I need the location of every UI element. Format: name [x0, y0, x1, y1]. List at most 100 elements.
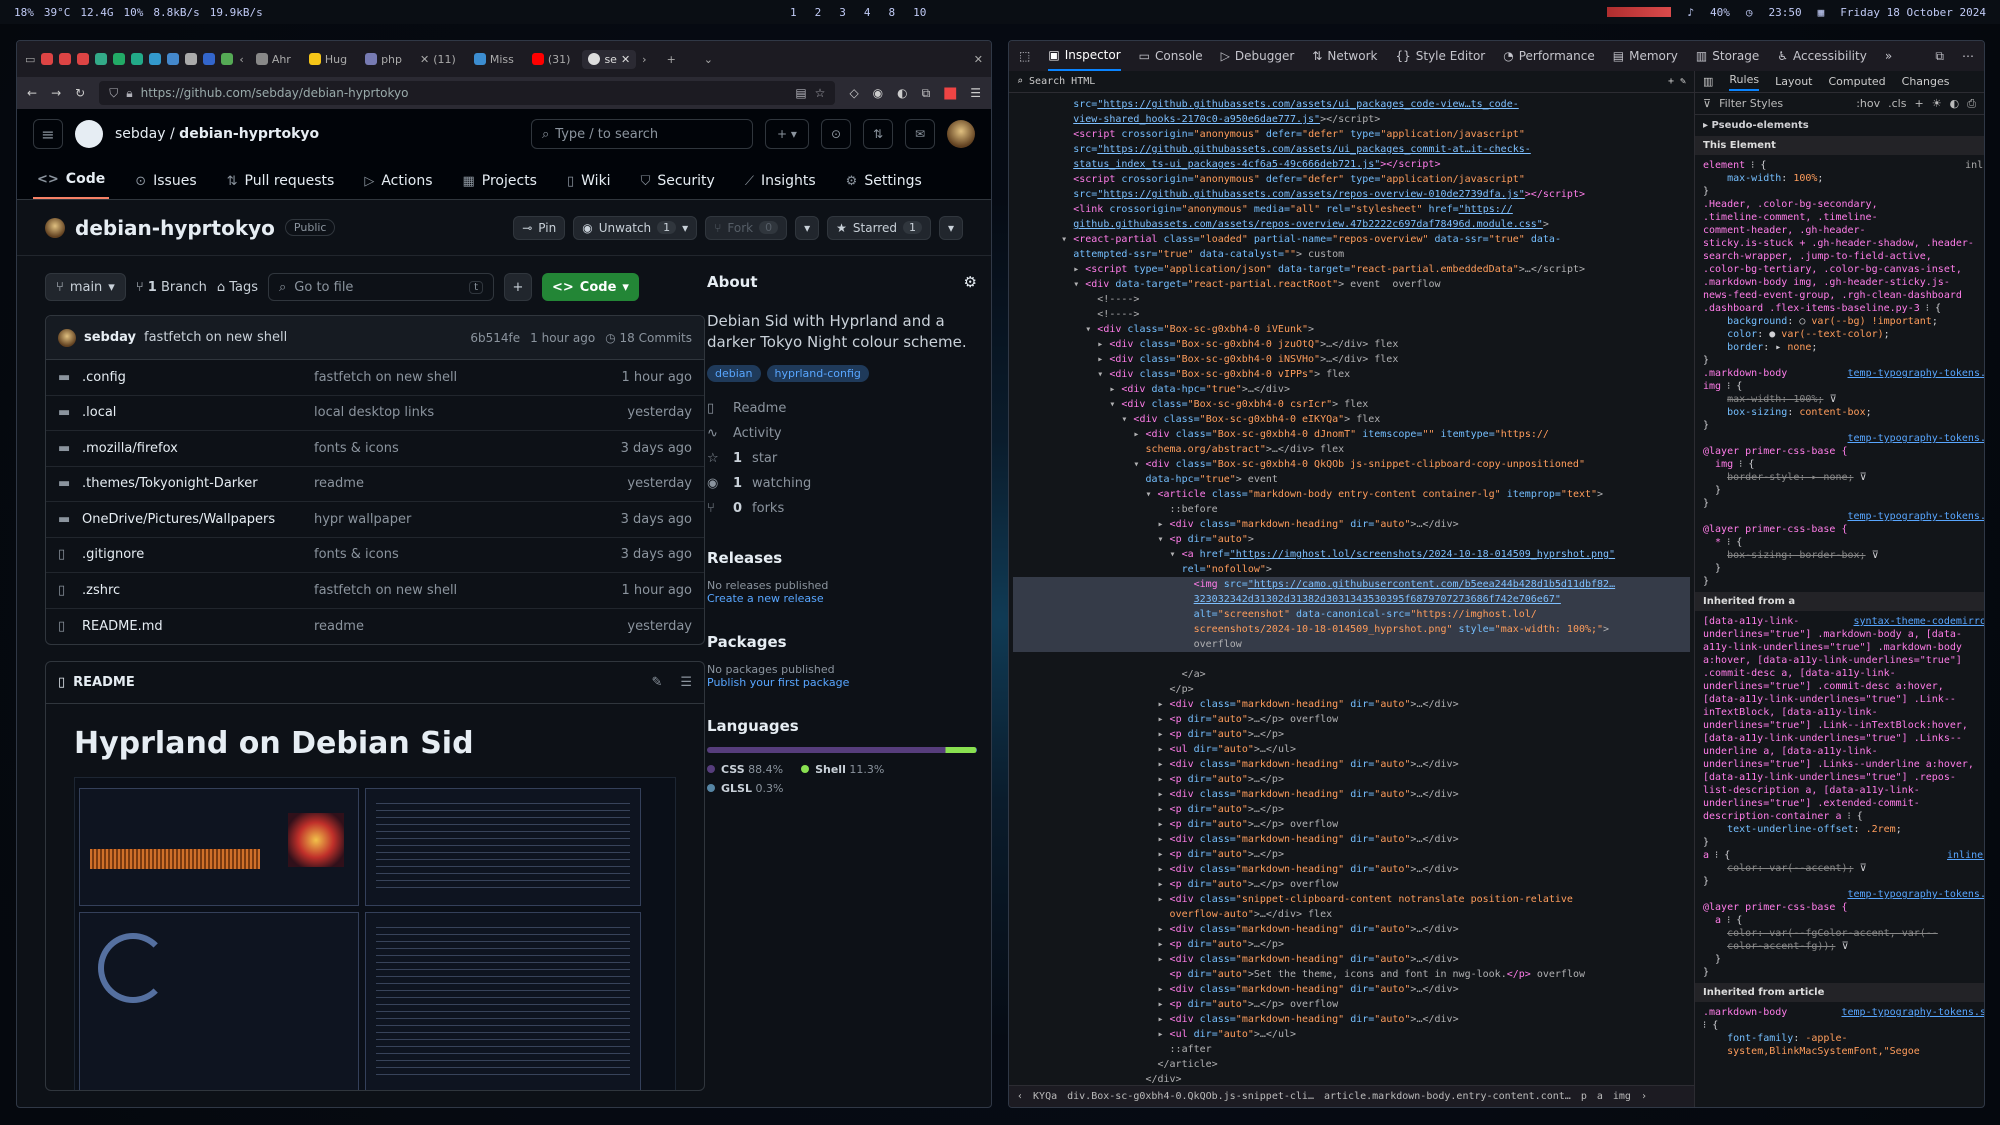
fork-dropdown[interactable]: ▾ [795, 215, 820, 240]
gmail-favicon[interactable] [41, 53, 54, 65]
watching-link[interactable]: ◉ 1 watching [707, 471, 977, 496]
whatsapp-favicon[interactable] [113, 53, 126, 65]
file-commit-message[interactable]: readme [314, 619, 582, 634]
breadcrumb-item[interactable]: article.markdown-body.entry-content.cont… [1324, 1091, 1571, 1102]
tab-actions[interactable]: ▷ Actions [360, 173, 436, 199]
pull-requests-icon[interactable]: ⇅ [863, 119, 893, 149]
releases-heading[interactable]: Releases [707, 549, 977, 567]
tags-link[interactable]: ⌂ Tags [217, 280, 258, 295]
tab-github[interactable]: se ✕ [582, 49, 637, 69]
volume-icon[interactable]: ♪ [1687, 6, 1694, 19]
topic-tag[interactable]: hyprland-config [766, 365, 869, 382]
file-row[interactable]: ▬ .config fastfetch on new shell 1 hour ago [46, 360, 704, 396]
workspace-1[interactable]: 1 [790, 6, 797, 19]
more-tabs-icon[interactable]: » [1885, 49, 1892, 63]
bookmark-star-icon[interactable]: ☆ [815, 86, 826, 100]
file-row[interactable]: ▬ .themes/Tokyonight-Darker readme yesterda… [46, 467, 704, 502]
cls-toggle[interactable]: .cls [1888, 97, 1906, 110]
fork-button[interactable]: ⑂ Fork 0 [705, 215, 788, 240]
forward-icon[interactable]: → [51, 86, 61, 100]
commit-hash[interactable]: 6b514fe [470, 331, 520, 345]
readme-link[interactable]: ▯ Readme [707, 396, 977, 421]
file-name[interactable]: .themes/Tokyonight-Darker [82, 476, 314, 491]
pinned-tab-favicon[interactable] [203, 53, 216, 65]
breadcrumb-item[interactable]: img [1613, 1091, 1631, 1102]
pinned-tab-favicon[interactable] [221, 53, 234, 65]
file-row[interactable]: ▯ .zshrc fastfetch on new shell 1 hour ago [46, 573, 704, 609]
file-row[interactable]: ▯ .gitignore fonts & icons 3 days ago [46, 538, 704, 573]
tab-performance[interactable]: ◔ Performance [1503, 49, 1595, 63]
tab-php[interactable]: php [359, 50, 408, 69]
html-tree[interactable]: src="https://github.githubassets.com/ass… [1009, 93, 1694, 1093]
publish-package-link[interactable]: Publish your first package [707, 676, 977, 689]
toggle-pane-icon[interactable]: ▥ [1703, 75, 1713, 88]
file-name[interactable]: .gitignore [82, 547, 314, 562]
file-commit-message[interactable]: fastfetch on new shell [314, 370, 582, 385]
print-icon[interactable]: ⎙ [1967, 97, 1976, 111]
tab-inspector[interactable]: ▣ Inspector [1048, 41, 1121, 71]
language-item[interactable]: CSS 88.4% [707, 763, 783, 776]
pseudo-elements-toggle[interactable]: ▸ Pseudo-elements [1703, 120, 1809, 131]
extension-icon[interactable]: ◐ [897, 86, 907, 100]
extensions-puzzle-icon[interactable]: ⧉ [922, 86, 931, 101]
close-window-icon[interactable]: ✕ [974, 53, 983, 66]
scroll-left-icon[interactable]: ‹ [239, 53, 243, 66]
shield-icon[interactable]: ⛉ [109, 86, 118, 101]
create-new-button[interactable]: + ▾ [765, 119, 809, 149]
go-to-file-input[interactable]: ⌕ Go to file t [268, 273, 494, 301]
create-release-link[interactable]: Create a new release [707, 592, 977, 605]
tab-x[interactable]: ✕ (11) [414, 50, 462, 69]
tab-security[interactable]: ⛉ Security [637, 173, 719, 199]
inbox-icon[interactable]: ✉ [905, 119, 935, 149]
commit-author[interactable]: sebday [84, 330, 136, 345]
tab-pull-requests[interactable]: ⇅ Pull requests [223, 173, 339, 199]
file-name[interactable]: .config [82, 370, 314, 385]
options-menu-icon[interactable]: ⋯ [1962, 49, 1974, 63]
add-rule-icon[interactable]: + [1914, 97, 1923, 110]
tab-layout[interactable]: Layout [1775, 75, 1812, 88]
tab-list-icon[interactable]: ⌄ [704, 53, 713, 66]
file-commit-message[interactable]: fonts & icons [314, 441, 582, 456]
tab-accessibility[interactable]: ♿︎ Accessibility [1777, 49, 1867, 63]
add-file-button[interactable]: + [504, 273, 532, 301]
file-commit-message[interactable]: local desktop links [314, 405, 582, 420]
search-html-input[interactable]: ⌕ Search HTML + ✎ [1009, 71, 1694, 93]
lock-icon[interactable]: 🔒︎ [126, 86, 132, 101]
packages-heading[interactable]: Packages [707, 633, 977, 651]
scroll-right-icon[interactable]: › [642, 53, 646, 66]
file-row[interactable]: ▬ .local local desktop links yesterday [46, 396, 704, 431]
tab-ahr[interactable]: Ahr [250, 50, 297, 69]
pinned-tab-favicon[interactable] [95, 53, 108, 65]
unwatch-button[interactable]: ◉ Unwatch 1 ▾ [573, 215, 698, 240]
extension-icon[interactable]: ◉ [873, 86, 883, 100]
close-tab-icon[interactable]: ✕ [621, 53, 630, 66]
file-commit-message[interactable]: fastfetch on new shell [314, 583, 582, 598]
repo-link[interactable]: debian-hyprtokyo [179, 126, 319, 142]
tab-issues[interactable]: ⊙ Issues [131, 173, 200, 199]
file-name[interactable]: OneDrive/Pictures/Wallpapers [82, 512, 314, 527]
hov-toggle[interactable]: :hov [1856, 97, 1880, 110]
tab-console[interactable]: ▭ Console [1139, 49, 1203, 63]
stars-link[interactable]: ☆ 1 star [707, 446, 977, 471]
avatar[interactable] [58, 328, 76, 347]
hamburger-icon[interactable]: ≡ [33, 119, 63, 149]
pick-element-icon[interactable]: ⬚ [1019, 49, 1030, 63]
url-bar[interactable]: ⛉ 🔒︎ https://github.com/sebday/debian-hy… [99, 81, 836, 105]
search-input[interactable]: ⌕ Type / to search [531, 119, 753, 149]
new-tab-icon[interactable]: + [667, 53, 676, 66]
gear-icon[interactable]: ⚙ [964, 273, 977, 291]
tab-storage[interactable]: ▥ Storage [1696, 49, 1759, 63]
gmail-favicon[interactable] [77, 53, 90, 65]
pinned-tab-favicon[interactable] [149, 53, 162, 65]
starred-button[interactable]: ★ Starred 1 [827, 215, 931, 240]
star-dropdown[interactable]: ▾ [938, 215, 963, 240]
file-name[interactable]: README.md [82, 619, 314, 634]
file-row[interactable]: ▬ .mozilla/firefox fonts & icons 3 days ago [46, 431, 704, 467]
readme-tab[interactable]: README [73, 675, 135, 690]
tab-code[interactable]: <> Code [33, 171, 110, 199]
language-item[interactable]: Shell 11.3% [801, 763, 884, 776]
topic-tag[interactable]: debian [707, 365, 761, 382]
tab-overview-icon[interactable]: ▭ [25, 53, 35, 66]
scroll-right-icon[interactable]: › [1641, 1091, 1647, 1102]
repo-title[interactable]: debian-hyprtokyo [75, 216, 275, 240]
